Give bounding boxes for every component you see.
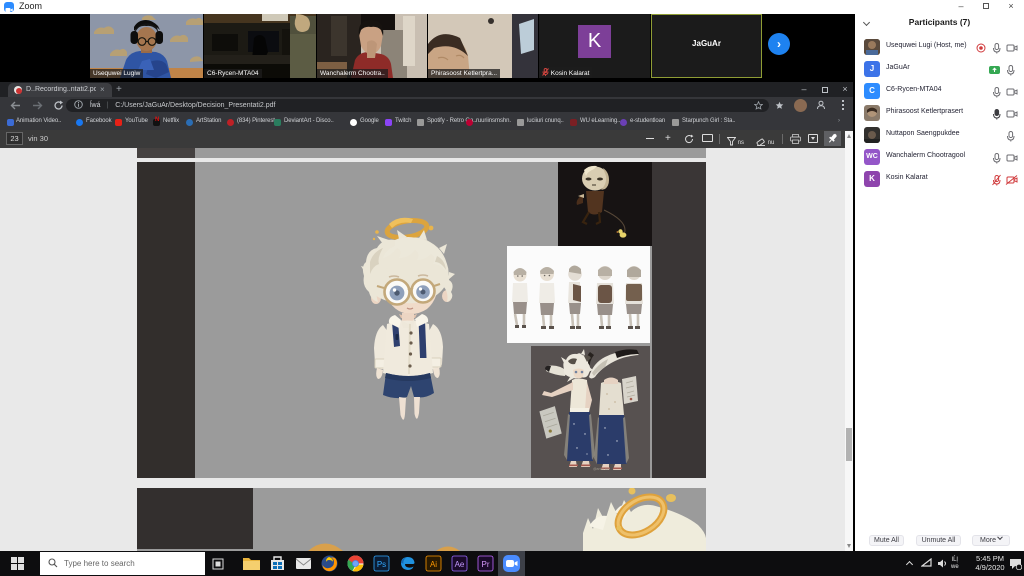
svg-text:Ae: Ae	[455, 560, 465, 569]
svg-text:Ai: Ai	[430, 560, 437, 569]
svg-text:@anini act: @anini act	[593, 467, 610, 471]
svg-text:Ps: Ps	[377, 560, 386, 569]
svg-text:Pr: Pr	[482, 560, 490, 569]
